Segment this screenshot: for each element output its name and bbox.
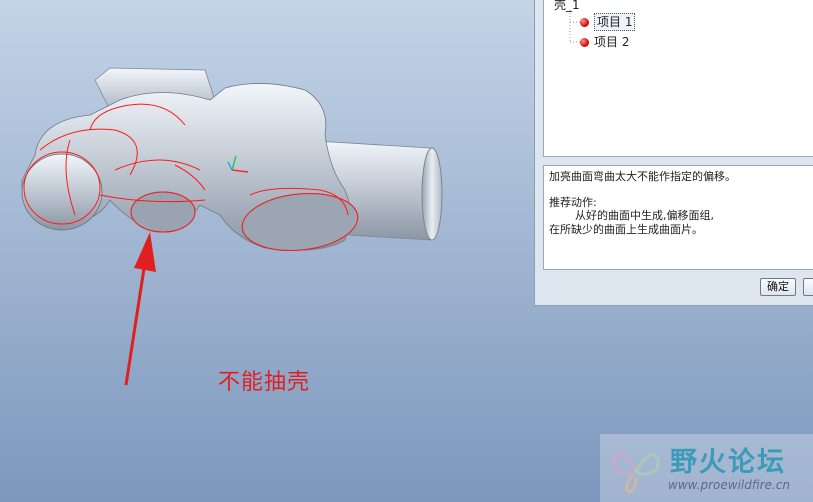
feature-tree-panel: 壳_1 项目 1 项目 2 <box>543 0 813 157</box>
red-arrow-icon <box>124 232 156 386</box>
tree-item-1[interactable]: 项目 1 <box>580 13 636 31</box>
annotation-text: 不能抽壳 <box>218 370 311 395</box>
message-line: 从好的曲面中生成,偏移面组, <box>575 209 714 222</box>
ok-button[interactable]: 确定 <box>760 278 796 296</box>
red-dot-icon <box>580 37 589 47</box>
secondary-button[interactable] <box>803 278 813 296</box>
watermark: 野火论坛 www.proewildfire.cn <box>600 434 813 502</box>
butterfly-logo-icon <box>612 452 660 494</box>
message-line: 推荐动作: <box>549 195 597 209</box>
tree-item-label: 项目 2 <box>594 35 630 49</box>
watermark-title: 野火论坛 <box>670 447 786 478</box>
tree-item-label: 项目 1 <box>594 13 636 31</box>
red-dot-icon <box>580 17 589 27</box>
tree-item-2[interactable]: 项目 2 <box>580 34 629 50</box>
tree-root-label[interactable]: 壳_1 <box>554 0 580 13</box>
message-line: 加亮曲面弯曲太大不能作指定的偏移。 <box>549 170 736 183</box>
message-line: 在所缺少的曲面上生成曲面片。 <box>549 222 703 236</box>
message-panel: 加亮曲面弯曲太大不能作指定的偏移。 推荐动作: 从好的曲面中生成,偏移面组, 在… <box>543 165 813 270</box>
watermark-url: www.proewildfire.cn <box>668 478 790 492</box>
shell-feature-dialog: 壳_1 项目 1 项目 2 加亮曲面弯曲太大不能作指定的偏移。 推荐动作: 从好… <box>534 0 813 306</box>
